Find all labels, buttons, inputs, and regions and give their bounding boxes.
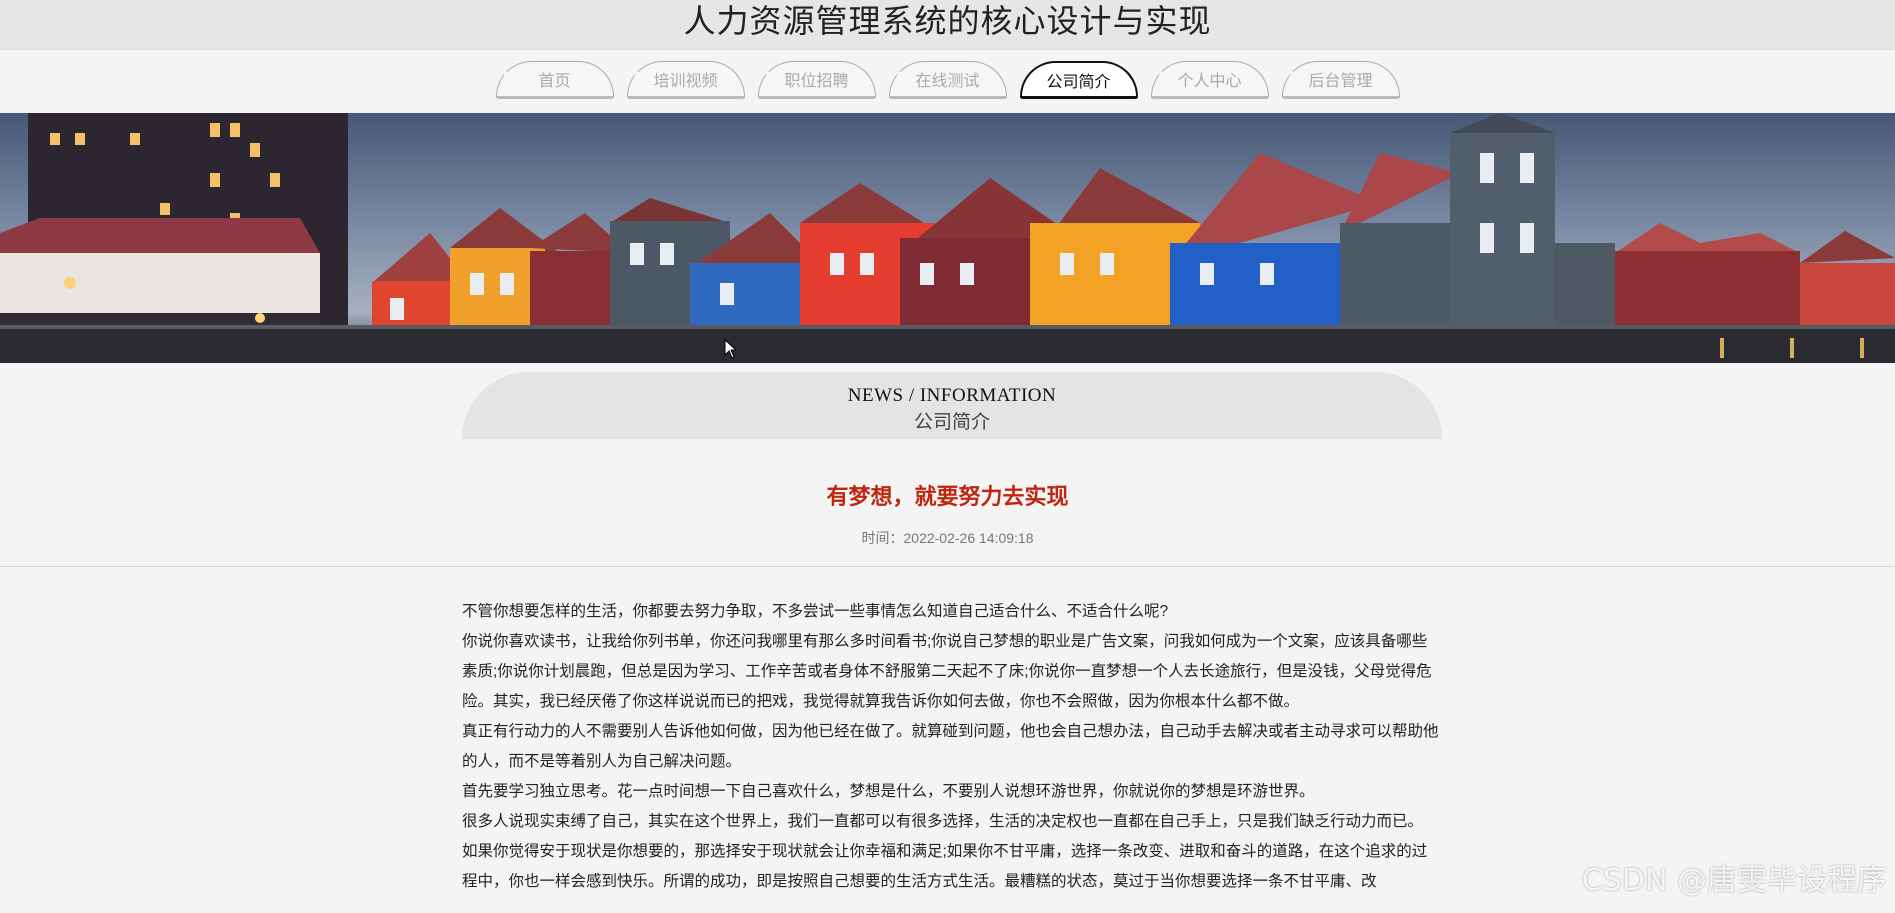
article-paragraph: 不管你想要怎样的生活，你都要去努力争取，不多尝试一些事情怎么知道自己适合什么、不… [462,603,1169,620]
title-bar: 人力资源管理系统的核心设计与实现 [0,0,1895,50]
article-paragraph: 首先要学习独立思考。花一点时间想一下自己喜欢什么，梦想是什么，不要别人说想环游世… [462,783,1315,800]
nav-item-online-test[interactable]: 在线测试 [888,61,1007,99]
divider [0,566,1895,567]
site-title: 人力资源管理系统的核心设计与实现 [683,2,1212,40]
banner-image [0,113,1895,363]
nav-item-company-profile[interactable]: 公司简介 [1019,61,1138,99]
nav-item-home[interactable]: 首页 [495,61,614,99]
nav-item-admin[interactable]: 后台管理 [1281,61,1400,99]
watermark: CSDN @唐雯毕设程序 [1581,863,1887,898]
mouse-cursor-icon [724,339,738,359]
section-title-cn: 公司简介 [913,412,990,433]
section-title-en: NEWS / INFORMATION [847,385,1057,406]
nav-item-personal-center[interactable]: 个人中心 [1150,61,1269,99]
article-paragraph: 真正有行动力的人不需要别人告诉他如何做，因为他已经在做了。就算碰到问题，他也会自… [462,723,1439,770]
article-paragraph: 很多人说现实束缚了自己，其实在这个世界上，我们一直都可以有很多选择，生活的决定权… [462,813,1424,830]
article-body: 不管你想要怎样的生活，你都要去努力争取，不多尝试一些事情怎么知道自己适合什么、不… [462,597,1442,897]
article-paragraph: 你说你喜欢读书，让我给你列书单，你还问我哪里有那么多时间看书;你说自己梦想的职业… [462,633,1432,710]
main-nav: 首页 培训视频 职位招聘 在线测试 公司简介 个人中心 后台管理 [0,61,1895,103]
colorful-houses-illustration [0,113,1895,363]
article-title: 有梦想，就要努力去实现 [826,484,1069,509]
nav-item-training-video[interactable]: 培训视频 [626,61,745,99]
article-time: 时间：2022-02-26 14:09:18 [861,530,1034,546]
article-paragraph: 如果你觉得安于现状是你想要的，那选择安于现状就会让你幸福和满足;如果你不甘平庸，… [462,843,1428,890]
nav-item-job-recruitment[interactable]: 职位招聘 [757,61,876,99]
section-header: NEWS / INFORMATION 公司简介 [462,372,1442,439]
